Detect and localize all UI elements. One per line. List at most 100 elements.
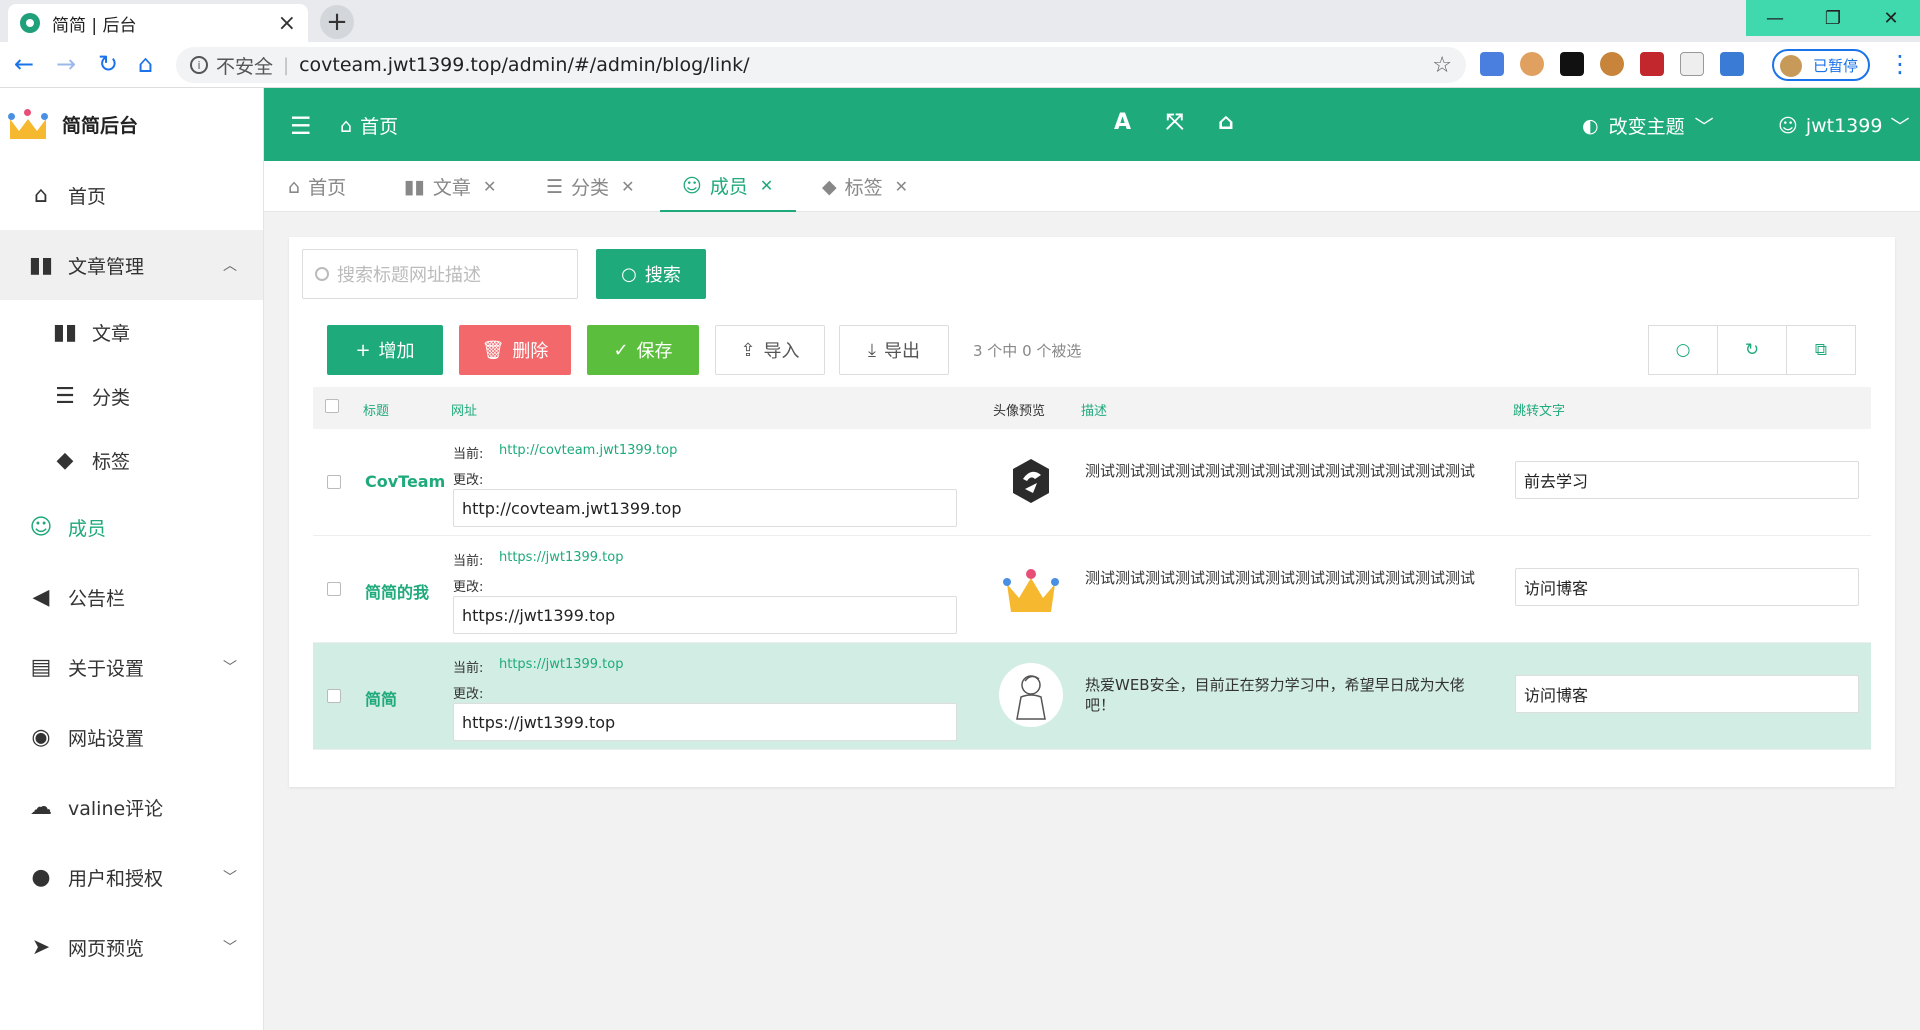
- export-button[interactable]: ⤓ 导出: [839, 325, 949, 375]
- url-input[interactable]: https://jwt1399.top: [453, 596, 957, 634]
- pdf-extension-icon[interactable]: [1640, 52, 1664, 76]
- url-text[interactable]: covteam.jwt1399.top/admin/#/admin/blog/l…: [299, 54, 1432, 76]
- palette-icon: ◐: [1582, 114, 1599, 137]
- tab-label: 分类: [571, 177, 610, 199]
- logo[interactable]: 简简后台: [0, 88, 263, 160]
- tab-articles[interactable]: ▮▮ 文章 ✕: [404, 161, 496, 212]
- book-icon: ▮▮: [52, 319, 78, 345]
- tags-icon: ◆: [56, 447, 74, 473]
- minimize-icon[interactable]: —: [1746, 0, 1804, 36]
- theme-dropdown[interactable]: ◐ 改变主题 ﹀: [1582, 112, 1714, 139]
- sidebar-item-tags[interactable]: ◆ 标签: [0, 428, 263, 492]
- translate-extension-icon[interactable]: [1480, 52, 1504, 76]
- new-tab-button[interactable]: +: [320, 5, 354, 39]
- cookie-extension-icon[interactable]: [1520, 52, 1544, 76]
- row-checkbox[interactable]: [327, 475, 341, 489]
- tab-label: 文章: [432, 177, 471, 199]
- chevron-down-icon: ﹀: [1890, 116, 1910, 138]
- row-description: 热爱WEB安全，目前正在努力学习中，希望早日成为大佬吧！: [1085, 676, 1465, 714]
- change-label: 更改:: [453, 687, 484, 702]
- sidebar-item-members[interactable]: ☺ 成员: [0, 492, 263, 562]
- user-icon: ☺: [682, 174, 702, 197]
- sidebar-item-bulletin[interactable]: ◀ 公告栏: [0, 562, 263, 632]
- sidebar-item-article-management[interactable]: ▮▮ 文章管理 ︿: [0, 230, 263, 300]
- browser-tab[interactable]: 简简 | 后台 ×: [8, 4, 308, 42]
- save-button-label: 保存: [636, 341, 673, 362]
- row-title: CovTeam: [365, 472, 446, 491]
- table-tools: ○ ↻ ⧉: [1648, 325, 1856, 375]
- jump-text-input[interactable]: 访问博客: [1515, 675, 1859, 713]
- sidebar-item-valine-comments[interactable]: ☁ valine评论: [0, 772, 263, 842]
- sidebar-item-categories[interactable]: ☰ 分类: [0, 364, 263, 428]
- bookmark-star-icon[interactable]: ☆: [1432, 53, 1452, 78]
- profile-paused-button[interactable]: 已暂停: [1772, 49, 1870, 81]
- search-button[interactable]: ○ 搜索: [596, 249, 706, 299]
- forward-icon[interactable]: →: [56, 50, 76, 78]
- header-home-link[interactable]: ⌂ 首页: [340, 112, 398, 139]
- delete-button[interactable]: 🗑 删除: [459, 325, 571, 375]
- theme-label: 改变主题: [1608, 116, 1685, 138]
- current-url-link[interactable]: http://covteam.jwt1399.top: [499, 443, 677, 458]
- tab-close-icon[interactable]: ✕: [621, 177, 634, 196]
- tags-icon: ◆: [822, 175, 837, 198]
- close-window-icon[interactable]: ✕: [1862, 0, 1920, 36]
- tab-close-icon[interactable]: ✕: [760, 176, 773, 195]
- tab-close-icon[interactable]: ×: [278, 11, 296, 36]
- sidebar-item-site-settings[interactable]: ◉ 网站设置: [0, 702, 263, 772]
- sidebar-item-page-preview[interactable]: ➤ 网页预览 ﹀: [0, 912, 263, 982]
- fullscreen-icon[interactable]: ⤧: [1166, 110, 1184, 135]
- h-extension-icon[interactable]: [1560, 52, 1584, 76]
- search-toggle-icon[interactable]: ○: [1649, 326, 1718, 374]
- user-dropdown[interactable]: ☺ jwt1399 ﹀: [1778, 112, 1909, 139]
- home-icon[interactable]: ⌂: [138, 50, 153, 78]
- sidebar-item-about-settings[interactable]: ▤ 关于设置 ﹀: [0, 632, 263, 702]
- user-icon: ☺: [29, 514, 53, 540]
- current-url-link[interactable]: https://jwt1399.top: [499, 550, 623, 565]
- row-checkbox[interactable]: [327, 689, 341, 703]
- search-icon: [315, 267, 329, 281]
- jump-text-input[interactable]: 前去学习: [1515, 461, 1859, 499]
- tab-close-icon[interactable]: ✕: [483, 177, 496, 196]
- tab-tags[interactable]: ◆ 标签 ✕: [822, 161, 908, 212]
- tab-categories[interactable]: ☰ 分类 ✕: [546, 161, 634, 212]
- menu-toggle-icon[interactable]: ☰: [290, 112, 312, 140]
- save-button[interactable]: ✓ 保存: [587, 325, 699, 375]
- back-icon[interactable]: ←: [14, 50, 34, 78]
- column-desc: 描述: [1081, 404, 1108, 419]
- reload-icon[interactable]: ↻: [98, 50, 118, 78]
- sidebar-item-home[interactable]: ⌂ 首页: [0, 160, 263, 230]
- row-title: 简简的我: [365, 583, 430, 602]
- omnibox[interactable]: i 不安全 | covteam.jwt1399.top/admin/#/admi…: [176, 47, 1466, 83]
- tab-close-icon[interactable]: ✕: [895, 177, 908, 196]
- tab-extension-icon[interactable]: [1720, 52, 1744, 76]
- cookie2-extension-icon[interactable]: [1600, 52, 1624, 76]
- table-row: CovTeam 当前: http://covteam.jwt1399.top 更…: [313, 429, 1871, 536]
- url-input[interactable]: http://covteam.jwt1399.top: [453, 489, 957, 527]
- export-icon[interactable]: ⧉: [1787, 326, 1855, 374]
- info-icon[interactable]: i: [190, 56, 208, 74]
- browser-tabbar: 简简 | 后台 × + — ❐ ✕: [0, 0, 1920, 42]
- tab-members[interactable]: ☺ 成员 ✕: [660, 161, 796, 212]
- restore-icon[interactable]: ❐: [1804, 0, 1862, 36]
- search-placeholder: 搜索标题网址描述: [337, 265, 481, 286]
- current-label: 当前:: [453, 661, 484, 676]
- search-input[interactable]: 搜索标题网址描述: [302, 249, 578, 299]
- sidebar-item-users-auth[interactable]: ● 用户和授权 ﹀: [0, 842, 263, 912]
- sidebar-item-articles[interactable]: ▮▮ 文章: [0, 300, 263, 364]
- current-url-link[interactable]: https://jwt1399.top: [499, 657, 623, 672]
- home-icon: ⌂: [340, 114, 353, 137]
- jump-text-input[interactable]: 访问博客: [1515, 568, 1859, 606]
- url-input[interactable]: https://jwt1399.top: [453, 703, 957, 741]
- add-button[interactable]: + 增加: [327, 325, 443, 375]
- row-checkbox[interactable]: [327, 582, 341, 596]
- tab-home[interactable]: ⌂ 首页: [288, 161, 346, 212]
- font-size-button[interactable]: A: [1114, 110, 1131, 135]
- import-button[interactable]: ⇪ 导入: [715, 325, 825, 375]
- home-icon[interactable]: ⌂: [1218, 110, 1234, 135]
- sidebar: 简简后台 ⌂ 首页 ▮▮ 文章管理 ︿ ▮▮ 文章 ☰ 分类 ◆ 标签 ☺ 成员…: [0, 88, 264, 1030]
- refresh-icon[interactable]: ↻: [1718, 326, 1787, 374]
- column-avatar: 头像预览: [993, 404, 1046, 419]
- select-all-checkbox[interactable]: [325, 399, 339, 413]
- h1-extension-icon[interactable]: [1680, 52, 1704, 76]
- browser-menu-icon[interactable]: ⋮: [1888, 50, 1912, 78]
